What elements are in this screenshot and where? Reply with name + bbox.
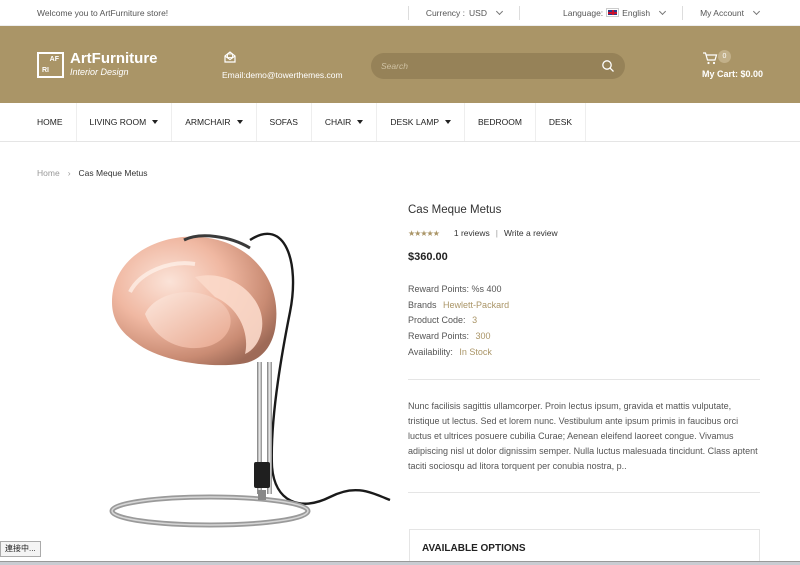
language-value: English [622, 7, 651, 18]
status-tooltip: 連接中... [0, 541, 41, 557]
product-title: Cas Meque Metus [408, 204, 502, 216]
logo-mark-top: AF [49, 55, 59, 63]
uk-flag-icon [606, 8, 620, 17]
product-image[interactable] [100, 222, 400, 532]
nav-item-label: BEDROOM [477, 117, 522, 127]
breadcrumb-current: Cas Meque Metus [78, 168, 148, 178]
caret-down-icon [152, 120, 159, 124]
product-code-row: Product Code: 3 [408, 313, 760, 329]
available-options-title: AVAILABLE OPTIONS [422, 543, 526, 554]
search-box [371, 53, 625, 79]
cart-count-badge: 0 [718, 50, 731, 63]
nav-item-label: HOME [37, 117, 63, 127]
nav-item-living-room[interactable]: LIVING ROOM [77, 103, 173, 141]
brand-row: Brands Hewlett-Packard [408, 298, 760, 314]
nav-item-desk-lamp[interactable]: DESK LAMP [377, 103, 465, 141]
rating-divider: | [495, 228, 498, 238]
taskbar [0, 561, 800, 565]
logo-mark: AF RI [37, 51, 64, 78]
nav-item-bedroom[interactable]: BEDROOM [465, 103, 536, 141]
product-description: Nunc facilisis sagittis ullamcorper. Pro… [408, 400, 758, 472]
reward-points-value: 300 [475, 331, 491, 342]
nav-item-chair[interactable]: CHAIR [312, 103, 378, 141]
reviews-link[interactable]: 1 reviews [454, 228, 490, 238]
brand-link[interactable]: Hewlett-Packard [443, 300, 509, 310]
envelope-icon [223, 50, 237, 64]
currency-value: USD [469, 7, 487, 18]
star-rating-icon: ★★★★★ [408, 228, 440, 238]
breadcrumb-home[interactable]: Home [37, 168, 60, 178]
divider [408, 378, 760, 380]
nav-item-armchair[interactable]: ARMCHAIR [172, 103, 257, 141]
top-bar: Welcome you to ArtFurniture store! Curre… [0, 0, 800, 26]
product-meta: Reward Points: %s 400 Brands Hewlett-Pac… [408, 282, 760, 361]
nav-item-label: DESK [548, 117, 573, 127]
nav-item-label: LIVING ROOM [89, 117, 147, 127]
available-options-panel: AVAILABLE OPTIONS [409, 529, 760, 565]
reward-points-line: Reward Points: %s 400 [408, 284, 502, 294]
write-review-link[interactable]: Write a review [504, 228, 558, 238]
reward-points-label: Reward Points: [408, 331, 470, 342]
store-logo[interactable]: AF RI ArtFurniture Interior Design [37, 51, 158, 78]
contact-email[interactable]: Email:demo@towerthemes.com [222, 70, 343, 80]
welcome-text: Welcome you to ArtFurniture store! [37, 7, 169, 18]
currency-label: Currency : [425, 7, 466, 18]
logo-mark-bottom: RI [42, 66, 49, 74]
brand-label: Brands [408, 299, 437, 310]
nav-item-home[interactable]: HOME [24, 103, 77, 141]
chevron-down-icon [752, 7, 761, 15]
logo-subtitle: Interior Design [70, 67, 129, 77]
shopping-cart-icon [702, 51, 718, 65]
nav-item-sofas[interactable]: SOFAS [257, 103, 312, 141]
nav-item-label: CHAIR [324, 117, 352, 127]
top-bar-right: Currency : USD Language: English My Acco… [407, 0, 763, 25]
product-code-value: 3 [472, 315, 478, 326]
header-band: AF RI ArtFurniture Interior Design Email… [0, 26, 800, 103]
reward-points-row: Reward Points: 300 [408, 329, 760, 345]
caret-down-icon [357, 120, 364, 124]
cart-total: My Cart: $0.00 [702, 69, 764, 79]
breadcrumb: Home › Cas Meque Metus [37, 168, 148, 178]
search-input[interactable] [381, 61, 581, 71]
divider [408, 491, 760, 493]
currency-selector[interactable]: Currency : USD [407, 5, 519, 20]
nav-item-label: ARMCHAIR [185, 117, 231, 127]
search-icon[interactable] [601, 59, 615, 73]
availability-row: Availability: In Stock [408, 345, 760, 361]
rating-row: ★★★★★ 1 reviews | Write a review [408, 228, 760, 238]
nav-item-label: DESK LAMP [390, 117, 439, 127]
logo-title: ArtFurniture [70, 50, 158, 67]
caret-down-icon [236, 120, 243, 124]
product-details: Cas Meque Metus ★★★★★ 1 reviews | Write … [408, 204, 760, 493]
language-label: Language: [562, 7, 604, 18]
chevron-down-icon [659, 7, 667, 15]
nav-item-desk[interactable]: DESK [536, 103, 587, 141]
chevron-down-icon [495, 7, 504, 15]
main-nav: HOME LIVING ROOM ARMCHAIR SOFAS CHAIR DESK LA… [0, 103, 800, 142]
product-code-label: Product Code: [408, 315, 466, 326]
nav-item-label: SOFAS [269, 117, 298, 127]
product-price: $360.00 [408, 251, 448, 263]
my-account-label: My Account [700, 7, 744, 18]
availability-label: Availability: [408, 346, 453, 357]
my-account-menu[interactable]: My Account [682, 5, 763, 20]
caret-down-icon [444, 120, 451, 124]
breadcrumb-separator: › [67, 168, 71, 178]
language-selector[interactable]: Language: English [518, 5, 682, 20]
availability-value: In Stock [459, 346, 492, 357]
